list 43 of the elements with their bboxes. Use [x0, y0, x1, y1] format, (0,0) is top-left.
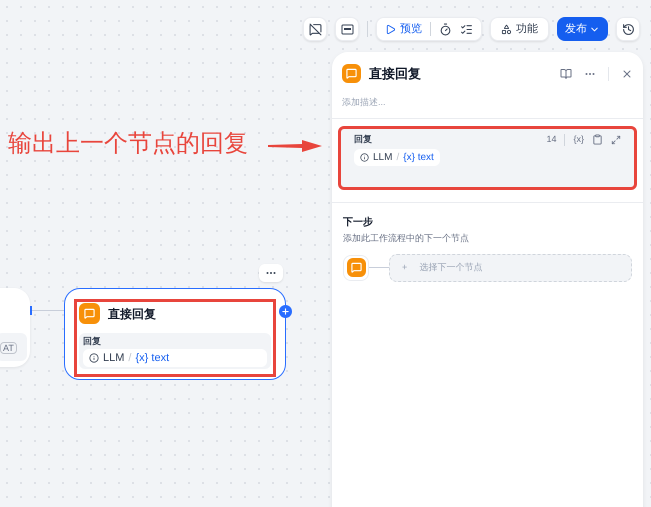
annotation-arrow [268, 139, 322, 153]
reply-node-icon [79, 303, 100, 324]
plus-icon [281, 307, 290, 316]
separator: / [128, 350, 132, 366]
history-icon [622, 22, 634, 36]
env-button[interactable] [335, 17, 359, 41]
variable-inspect-button[interactable] [303, 17, 327, 41]
source-name: LLM [103, 350, 124, 366]
checklist-icon[interactable] [460, 22, 473, 36]
node-badge: AT [0, 342, 17, 354]
variable-name: {x} text [403, 150, 434, 164]
play-icon [385, 24, 396, 34]
insert-variable-button[interactable]: {x} [573, 133, 584, 146]
copy-icon[interactable] [592, 134, 603, 146]
expand-icon[interactable] [611, 134, 621, 145]
panel-title: 直接回复 [369, 65, 421, 83]
workflow-node[interactable]: AT [0, 288, 30, 367]
field-label: 回复 [354, 133, 372, 146]
separator: / [396, 150, 400, 164]
annotation-text: 输出上一个节点的回复 [8, 129, 248, 159]
reply-node[interactable]: 直接回复 回复 LLM / {x} text [64, 288, 286, 380]
character-count: 14 [546, 133, 556, 146]
variable-name: {x} text [135, 350, 170, 366]
shapes-icon [501, 24, 512, 34]
features-button[interactable]: 功能 [490, 17, 549, 41]
node-title: 直接回复 [108, 306, 156, 322]
source-name: LLM [373, 150, 392, 164]
run-history-icon[interactable] [439, 22, 452, 36]
source-icon [360, 152, 369, 162]
message-off-icon [308, 22, 322, 36]
history-button[interactable] [616, 17, 640, 41]
reply-node-icon [342, 64, 361, 84]
preview-button[interactable]: 预览 [385, 20, 422, 38]
field-label: 回复 [83, 335, 102, 348]
next-step-description: 添加此工作流程中的下一个节点 [343, 232, 470, 245]
add-node-button[interactable] [279, 305, 292, 318]
help-book-icon[interactable] [560, 68, 572, 80]
more-button[interactable] [259, 264, 283, 282]
publish-button[interactable]: 发布 [557, 17, 608, 41]
next-step-title: 下一步 [343, 216, 374, 230]
close-icon[interactable] [621, 68, 633, 80]
env-icon [340, 22, 354, 36]
source-icon [89, 352, 99, 363]
